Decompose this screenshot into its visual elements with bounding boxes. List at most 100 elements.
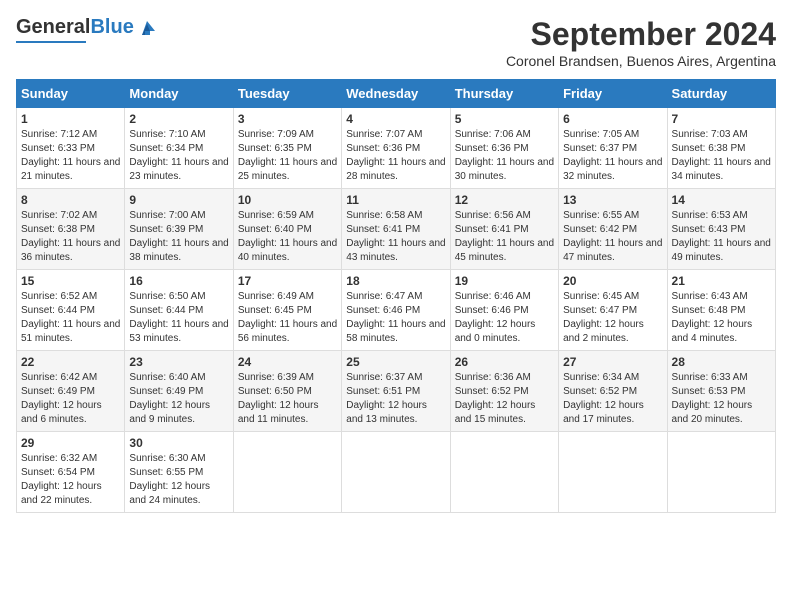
daylight-label: Daylight: 11 hours and 30 minutes. — [455, 157, 554, 182]
day-number: 10 — [238, 193, 337, 207]
daylight-label: Daylight: 12 hours and 22 minutes. — [21, 481, 102, 506]
calendar-week-1: 1 Sunrise: 7:12 AM Sunset: 6:33 PM Dayli… — [17, 108, 776, 189]
day-number: 14 — [672, 193, 771, 207]
daylight-label: Daylight: 11 hours and 45 minutes. — [455, 238, 554, 263]
sunrise-label: Sunrise: 6:47 AM — [346, 291, 422, 302]
calendar-week-3: 15 Sunrise: 6:52 AM Sunset: 6:44 PM Dayl… — [17, 270, 776, 351]
sunset-label: Sunset: 6:41 PM — [455, 224, 529, 235]
calendar-cell: 13 Sunrise: 6:55 AM Sunset: 6:42 PM Dayl… — [559, 189, 667, 270]
daylight-label: Daylight: 11 hours and 36 minutes. — [21, 238, 120, 263]
calendar-cell: 24 Sunrise: 6:39 AM Sunset: 6:50 PM Dayl… — [233, 351, 341, 432]
logo-icon — [136, 17, 158, 39]
sunrise-label: Sunrise: 7:07 AM — [346, 129, 422, 140]
sunset-label: Sunset: 6:49 PM — [21, 386, 95, 397]
day-header-wednesday: Wednesday — [342, 80, 450, 108]
daylight-label: Daylight: 11 hours and 28 minutes. — [346, 157, 445, 182]
calendar-cell: 21 Sunrise: 6:43 AM Sunset: 6:48 PM Dayl… — [667, 270, 775, 351]
sunrise-label: Sunrise: 6:46 AM — [455, 291, 531, 302]
sunrise-label: Sunrise: 6:53 AM — [672, 210, 748, 221]
day-info: Sunrise: 7:09 AM Sunset: 6:35 PM Dayligh… — [238, 128, 337, 184]
sunset-label: Sunset: 6:37 PM — [563, 143, 637, 154]
sunset-label: Sunset: 6:38 PM — [672, 143, 746, 154]
day-number: 8 — [21, 193, 120, 207]
location-subtitle: Coronel Brandsen, Buenos Aires, Argentin… — [506, 53, 776, 69]
sunrise-label: Sunrise: 7:02 AM — [21, 210, 97, 221]
day-number: 25 — [346, 355, 445, 369]
sunset-label: Sunset: 6:42 PM — [563, 224, 637, 235]
day-info: Sunrise: 6:58 AM Sunset: 6:41 PM Dayligh… — [346, 209, 445, 265]
day-number: 12 — [455, 193, 554, 207]
sunset-label: Sunset: 6:36 PM — [346, 143, 420, 154]
day-number: 30 — [129, 436, 228, 450]
daylight-label: Daylight: 12 hours and 4 minutes. — [672, 319, 753, 344]
logo-blue: Blue — [90, 16, 133, 39]
sunrise-label: Sunrise: 7:05 AM — [563, 129, 639, 140]
calendar-cell: 19 Sunrise: 6:46 AM Sunset: 6:46 PM Dayl… — [450, 270, 558, 351]
sunrise-label: Sunrise: 6:40 AM — [129, 372, 205, 383]
sunset-label: Sunset: 6:52 PM — [563, 386, 637, 397]
day-header-saturday: Saturday — [667, 80, 775, 108]
day-header-tuesday: Tuesday — [233, 80, 341, 108]
day-info: Sunrise: 6:30 AM Sunset: 6:55 PM Dayligh… — [129, 452, 228, 508]
calendar-cell: 22 Sunrise: 6:42 AM Sunset: 6:49 PM Dayl… — [17, 351, 125, 432]
day-info: Sunrise: 6:56 AM Sunset: 6:41 PM Dayligh… — [455, 209, 554, 265]
sunrise-label: Sunrise: 6:59 AM — [238, 210, 314, 221]
day-info: Sunrise: 6:53 AM Sunset: 6:43 PM Dayligh… — [672, 209, 771, 265]
calendar-cell — [559, 432, 667, 513]
day-number: 5 — [455, 112, 554, 126]
calendar-cell: 11 Sunrise: 6:58 AM Sunset: 6:41 PM Dayl… — [342, 189, 450, 270]
day-info: Sunrise: 7:03 AM Sunset: 6:38 PM Dayligh… — [672, 128, 771, 184]
day-info: Sunrise: 6:47 AM Sunset: 6:46 PM Dayligh… — [346, 290, 445, 346]
day-number: 6 — [563, 112, 662, 126]
calendar-cell: 3 Sunrise: 7:09 AM Sunset: 6:35 PM Dayli… — [233, 108, 341, 189]
daylight-label: Daylight: 12 hours and 15 minutes. — [455, 400, 536, 425]
sunset-label: Sunset: 6:55 PM — [129, 467, 203, 478]
daylight-label: Daylight: 11 hours and 56 minutes. — [238, 319, 337, 344]
daylight-label: Daylight: 11 hours and 49 minutes. — [672, 238, 771, 263]
calendar-cell: 7 Sunrise: 7:03 AM Sunset: 6:38 PM Dayli… — [667, 108, 775, 189]
day-number: 21 — [672, 274, 771, 288]
calendar-cell: 8 Sunrise: 7:02 AM Sunset: 6:38 PM Dayli… — [17, 189, 125, 270]
calendar-cell — [342, 432, 450, 513]
sunset-label: Sunset: 6:45 PM — [238, 305, 312, 316]
sunset-label: Sunset: 6:38 PM — [21, 224, 95, 235]
calendar-cell: 18 Sunrise: 6:47 AM Sunset: 6:46 PM Dayl… — [342, 270, 450, 351]
sunset-label: Sunset: 6:40 PM — [238, 224, 312, 235]
day-number: 22 — [21, 355, 120, 369]
sunrise-label: Sunrise: 6:30 AM — [129, 453, 205, 464]
sunset-label: Sunset: 6:44 PM — [129, 305, 203, 316]
daylight-label: Daylight: 11 hours and 23 minutes. — [129, 157, 228, 182]
calendar-cell: 9 Sunrise: 7:00 AM Sunset: 6:39 PM Dayli… — [125, 189, 233, 270]
calendar-week-2: 8 Sunrise: 7:02 AM Sunset: 6:38 PM Dayli… — [17, 189, 776, 270]
sunset-label: Sunset: 6:46 PM — [346, 305, 420, 316]
sunrise-label: Sunrise: 6:56 AM — [455, 210, 531, 221]
day-number: 7 — [672, 112, 771, 126]
calendar-cell: 1 Sunrise: 7:12 AM Sunset: 6:33 PM Dayli… — [17, 108, 125, 189]
sunset-label: Sunset: 6:48 PM — [672, 305, 746, 316]
sunset-label: Sunset: 6:36 PM — [455, 143, 529, 154]
day-info: Sunrise: 6:32 AM Sunset: 6:54 PM Dayligh… — [21, 452, 120, 508]
calendar-cell: 27 Sunrise: 6:34 AM Sunset: 6:52 PM Dayl… — [559, 351, 667, 432]
daylight-label: Daylight: 11 hours and 47 minutes. — [563, 238, 662, 263]
logo-underline — [16, 41, 86, 43]
day-info: Sunrise: 6:50 AM Sunset: 6:44 PM Dayligh… — [129, 290, 228, 346]
sunrise-label: Sunrise: 6:55 AM — [563, 210, 639, 221]
day-number: 3 — [238, 112, 337, 126]
daylight-label: Daylight: 11 hours and 58 minutes. — [346, 319, 445, 344]
sunrise-label: Sunrise: 6:42 AM — [21, 372, 97, 383]
daylight-label: Daylight: 12 hours and 9 minutes. — [129, 400, 210, 425]
calendar-week-5: 29 Sunrise: 6:32 AM Sunset: 6:54 PM Dayl… — [17, 432, 776, 513]
day-header-friday: Friday — [559, 80, 667, 108]
title-area: September 2024 Coronel Brandsen, Buenos … — [506, 16, 776, 69]
sunset-label: Sunset: 6:47 PM — [563, 305, 637, 316]
day-info: Sunrise: 7:02 AM Sunset: 6:38 PM Dayligh… — [21, 209, 120, 265]
day-number: 18 — [346, 274, 445, 288]
sunrise-label: Sunrise: 6:36 AM — [455, 372, 531, 383]
calendar-cell: 23 Sunrise: 6:40 AM Sunset: 6:49 PM Dayl… — [125, 351, 233, 432]
sunrise-label: Sunrise: 7:03 AM — [672, 129, 748, 140]
day-number: 1 — [21, 112, 120, 126]
sunset-label: Sunset: 6:43 PM — [672, 224, 746, 235]
calendar-cell: 20 Sunrise: 6:45 AM Sunset: 6:47 PM Dayl… — [559, 270, 667, 351]
daylight-label: Daylight: 11 hours and 25 minutes. — [238, 157, 337, 182]
logo: General Blue — [16, 16, 158, 43]
